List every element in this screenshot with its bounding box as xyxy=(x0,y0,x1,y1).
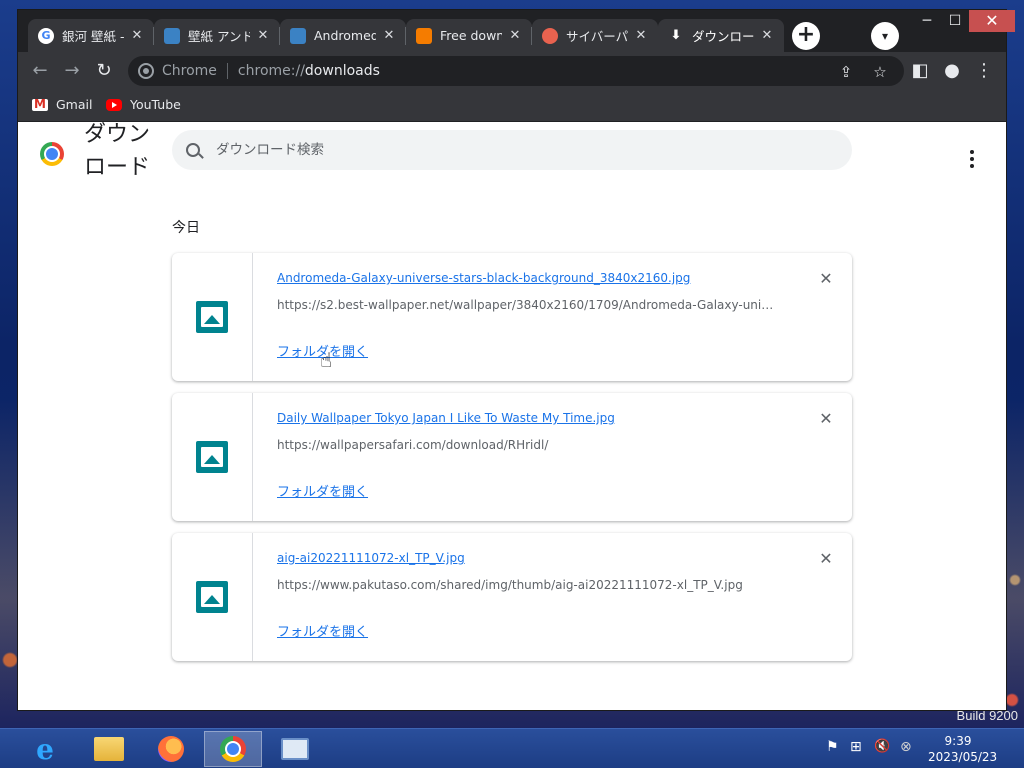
downloads-page: ダウンロード 今日 Andromeda-Galaxy-universe-star… xyxy=(18,122,1006,710)
internet-explorer-icon: e xyxy=(36,732,54,766)
download-filename-link[interactable]: Andromeda-Galaxy-universe-stars-black-ba… xyxy=(277,271,690,285)
download-item: Daily Wallpaper Tokyo Japan I Like To Wa… xyxy=(172,393,852,521)
tab-label: 銀河 壁紙 - xyxy=(62,29,124,44)
bookmarks-bar: Gmail YouTube xyxy=(18,90,1006,122)
omnibox-site-label: Chrome xyxy=(162,63,217,79)
tab-favicon-google-icon: G xyxy=(38,27,54,44)
download-icon: ⬇ xyxy=(670,28,682,43)
downloads-search[interactable] xyxy=(172,130,852,170)
taskbar-chrome[interactable] xyxy=(204,731,262,767)
bookmark-gmail[interactable]: Gmail xyxy=(32,97,92,112)
tab-0[interactable]: G 銀河 壁紙 - ✕ xyxy=(28,19,154,52)
url-scheme: chrome:// xyxy=(237,63,305,79)
more-actions-icon[interactable] xyxy=(968,150,976,171)
tray-close-icon[interactable]: ⊗ xyxy=(900,739,912,755)
clock-date: 2023/05/23 xyxy=(928,750,998,764)
hand-cursor-icon: ☝ xyxy=(320,348,333,372)
browser-toolbar: ← → ↻ Chrome chrome://downloads ⇪ ☆ ◧ ● … xyxy=(18,52,1006,90)
volume-muted-icon[interactable]: 🔇 xyxy=(874,739,890,754)
tab-strip: G 銀河 壁紙 - ✕ 壁紙 アンドロ ✕ Andromed ✕ Free do… xyxy=(18,10,1015,52)
download-item: Andromeda-Galaxy-universe-stars-black-ba… xyxy=(172,253,852,381)
image-file-icon xyxy=(196,581,228,613)
taskbar: e ⚑ ⊞ 🔇 ⊗ 9:39 2023/05/23 xyxy=(0,728,1024,768)
forward-button[interactable]: → xyxy=(60,59,84,83)
side-panel-icon[interactable]: ◧ xyxy=(908,59,932,83)
chrome-icon xyxy=(220,736,246,762)
chrome-window: G 銀河 壁紙 - ✕ 壁紙 アンドロ ✕ Andromed ✕ Free do… xyxy=(18,10,1015,710)
close-window-button[interactable]: ✕ xyxy=(969,10,1015,32)
remote-desktop-icon xyxy=(281,738,309,760)
desktop-build-watermark: Build 9200 xyxy=(956,708,1018,723)
chrome-page-icon xyxy=(138,63,154,79)
taskbar-remote-desktop[interactable] xyxy=(266,731,324,767)
tab-close-icon[interactable]: ✕ xyxy=(254,28,272,43)
search-icon xyxy=(186,143,200,157)
taskbar-internet-explorer[interactable]: e xyxy=(16,731,74,767)
tab-close-icon[interactable]: ✕ xyxy=(758,28,776,43)
tab-favicon-wallpaper-icon xyxy=(290,27,306,44)
network-icon[interactable]: ⊞ xyxy=(850,739,862,755)
back-button[interactable]: ← xyxy=(28,59,52,83)
tab-1[interactable]: 壁紙 アンドロ ✕ xyxy=(154,19,280,52)
new-tab-button[interactable]: + xyxy=(792,22,820,50)
tab-3[interactable]: Free down ✕ xyxy=(406,19,532,52)
youtube-icon xyxy=(106,98,122,111)
clock-time: 9:39 xyxy=(944,734,972,748)
tab-label: 壁紙 アンドロ xyxy=(188,29,250,44)
search-input[interactable] xyxy=(216,142,816,158)
taskbar-file-explorer[interactable] xyxy=(80,731,138,767)
folder-icon xyxy=(94,737,124,761)
download-source-url: https://www.pakutaso.com/shared/img/thum… xyxy=(277,578,743,592)
bookmark-youtube[interactable]: YouTube xyxy=(106,97,181,112)
reload-button[interactable]: ↻ xyxy=(92,59,116,83)
chrome-logo-icon xyxy=(40,142,64,166)
download-source-url: https://s2.best-wallpaper.net/wallpaper/… xyxy=(277,298,777,312)
download-item: aig-ai20221111072-xl_TP_V.jpg https://ww… xyxy=(172,533,852,661)
remove-download-icon[interactable]: ✕ xyxy=(816,269,836,288)
profile-avatar[interactable]: ● xyxy=(940,59,964,83)
date-group-header: 今日 xyxy=(172,220,200,236)
tab-close-icon[interactable]: ✕ xyxy=(506,28,524,43)
tab-2[interactable]: Andromed ✕ xyxy=(280,19,406,52)
tab-downloads[interactable]: ⬇ ダウンロード ✕ xyxy=(658,19,784,52)
firefox-icon xyxy=(158,736,184,762)
chrome-menu-button[interactable]: ⋮ xyxy=(972,59,996,83)
tab-search-button[interactable]: ▾ xyxy=(871,22,899,50)
taskbar-firefox[interactable] xyxy=(142,731,200,767)
image-file-icon xyxy=(196,301,228,333)
tab-label: Free down xyxy=(440,28,502,43)
tab-close-icon[interactable]: ✕ xyxy=(380,28,398,43)
share-icon[interactable]: ⇪ xyxy=(836,63,856,81)
action-center-flag-icon[interactable]: ⚑ xyxy=(826,739,839,755)
bookmark-label: YouTube xyxy=(130,97,181,112)
open-folder-link[interactable]: フォルダを開く xyxy=(277,481,368,500)
tab-4[interactable]: サイバーパン ✕ xyxy=(532,19,658,52)
taskbar-clock[interactable]: 9:39 2023/05/23 xyxy=(928,733,998,765)
tab-label: Andromed xyxy=(314,28,376,43)
page-title: ダウンロード xyxy=(84,122,151,180)
remove-download-icon[interactable]: ✕ xyxy=(816,549,836,568)
tab-label: サイバーパン xyxy=(566,29,628,44)
tab-close-icon[interactable]: ✕ xyxy=(128,28,146,43)
omnibox-url[interactable]: chrome://downloads xyxy=(238,63,380,79)
maximize-button[interactable]: ☐ xyxy=(941,10,969,32)
bookmark-star-icon[interactable]: ☆ xyxy=(870,63,890,81)
tab-favicon-download-site-icon xyxy=(416,27,432,44)
minimize-button[interactable]: ─ xyxy=(913,10,941,32)
download-filename-link[interactable]: aig-ai20221111072-xl_TP_V.jpg xyxy=(277,551,465,565)
tab-favicon-cyberpunk-icon xyxy=(542,27,558,44)
bookmark-label: Gmail xyxy=(56,97,93,112)
tab-close-icon[interactable]: ✕ xyxy=(632,28,650,43)
remove-download-icon[interactable]: ✕ xyxy=(816,409,836,428)
download-filename-link[interactable]: Daily Wallpaper Tokyo Japan I Like To Wa… xyxy=(277,411,615,425)
image-file-icon xyxy=(196,441,228,473)
url-host: downloads xyxy=(304,63,380,79)
tab-favicon-wallpaper-icon xyxy=(164,27,180,44)
tab-label: ダウンロード xyxy=(692,29,754,44)
address-bar[interactable]: Chrome chrome://downloads ⇪ ☆ xyxy=(128,56,904,86)
download-source-url: https://wallpapersafari.com/download/RHr… xyxy=(277,438,549,452)
gmail-icon xyxy=(32,97,48,111)
open-folder-link[interactable]: フォルダを開く xyxy=(277,621,368,640)
